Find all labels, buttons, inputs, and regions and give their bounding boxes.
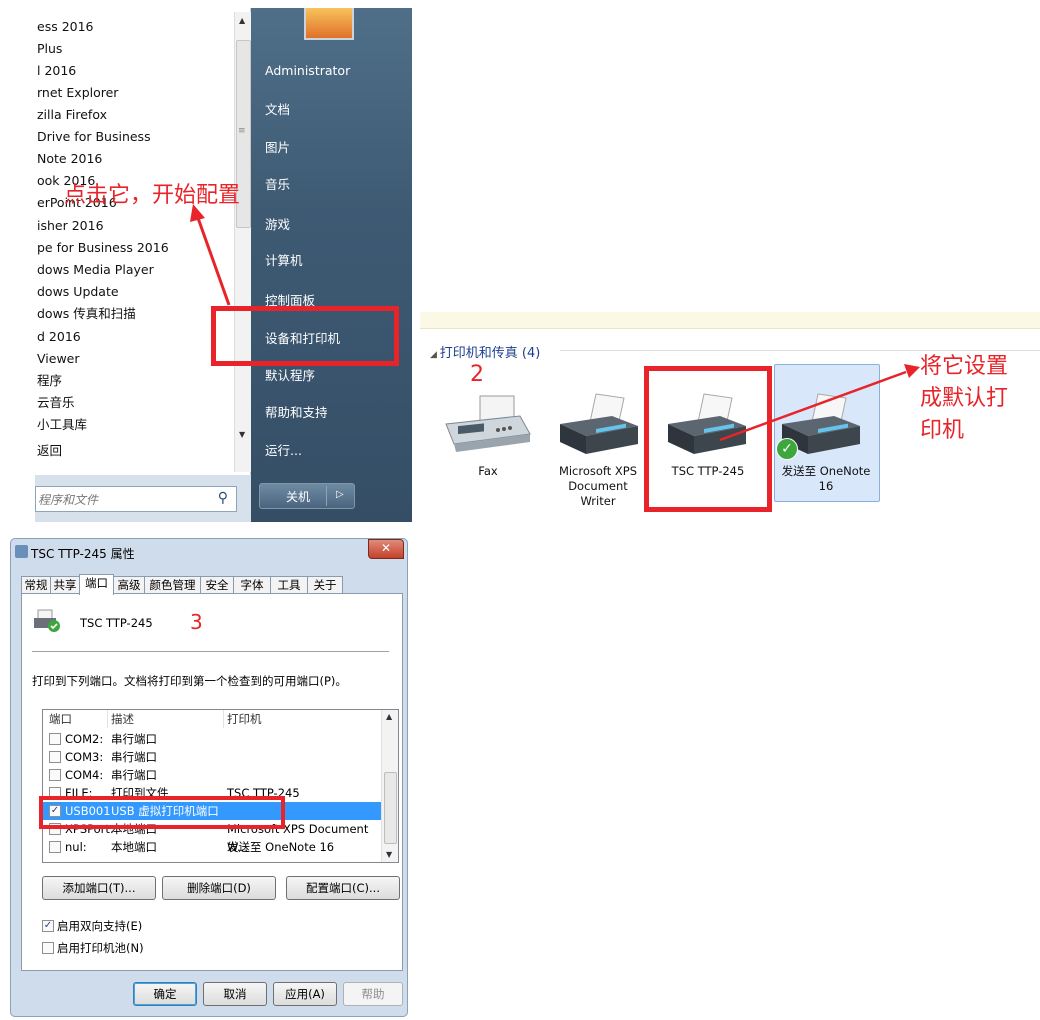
annotation-text: 将它设置 — [920, 354, 1009, 379]
pooling-checkbox[interactable] — [42, 942, 54, 954]
port-checkbox[interactable] — [49, 841, 61, 853]
close-button[interactable]: ✕ — [368, 539, 404, 559]
port-row[interactable]: COM4: 串行端口 — [43, 766, 381, 784]
printer-name: TSC TTP-245 — [80, 616, 153, 630]
pooling-checkbox-row[interactable]: 启用打印机池(N) — [42, 940, 242, 956]
scroll-down-icon[interactable]: ▼ — [386, 850, 392, 859]
instruction-text: 打印到下列端口。文档将打印到第一个检查到的可用端口(P)。 — [32, 674, 347, 688]
printer-properties-dialog: TSC TTP-245 属性 ✕ 常规 共享 端口 高级 颜色管理 安全 字体 … — [10, 538, 408, 1017]
port-description: 串行端口 — [111, 768, 157, 782]
port-printer: 发送至 OneNote 16 — [227, 840, 335, 854]
printer-icon — [15, 545, 28, 558]
annotation-text: 成默认打 — [920, 386, 1009, 411]
port-name: COM4: — [65, 768, 104, 782]
delete-port-button[interactable]: 删除端口(D) — [162, 876, 276, 900]
tab-tools[interactable]: 工具 — [270, 576, 308, 594]
port-checkbox[interactable] — [49, 769, 61, 781]
ports-tab-panel: TSC TTP-245 3 打印到下列端口。文档将打印到第一个检查到的可用端口(… — [21, 593, 403, 971]
port-checkbox[interactable] — [49, 733, 61, 745]
port-row[interactable]: nul: 本地端口 发送至 OneNote 16 — [43, 838, 381, 856]
ports-scrollbar[interactable]: ▲ ▼ — [381, 710, 398, 862]
port-description: 串行端口 — [111, 732, 157, 746]
annotation-text: 印机 — [920, 418, 965, 443]
devices-and-printers-panel: ◢ 打印机和传真 (4) 2 Fax Microsoft XPS Documen… — [420, 312, 1040, 517]
port-row[interactable]: COM2: 串行端口 — [43, 730, 381, 748]
port-description: 本地端口 — [111, 840, 157, 854]
tab-sharing[interactable]: 共享 — [50, 576, 80, 594]
tab-ports[interactable]: 端口 — [79, 574, 114, 595]
bidi-checkbox-row[interactable]: ✓ 启用双向支持(E) — [42, 918, 242, 934]
port-name: nul: — [65, 840, 87, 854]
ok-button[interactable]: 确定 — [133, 982, 197, 1006]
port-name: COM2: — [65, 732, 104, 746]
column-header-port[interactable]: 端口 — [43, 710, 108, 728]
configure-port-button[interactable]: 配置端口(C)... — [286, 876, 400, 900]
annotation-arrow — [190, 204, 231, 306]
cancel-button[interactable]: 取消 — [203, 982, 267, 1006]
apply-button[interactable]: 应用(A) — [273, 982, 337, 1006]
tab-fonts[interactable]: 字体 — [233, 576, 271, 594]
close-icon: ✕ — [381, 541, 392, 555]
tab-advanced[interactable]: 高级 — [113, 576, 145, 594]
dialog-title: TSC TTP-245 属性 — [31, 547, 135, 561]
port-row[interactable]: COM3: 串行端口 — [43, 748, 381, 766]
port-name: COM3: — [65, 750, 104, 764]
tab-about[interactable]: 关于 — [307, 576, 343, 594]
column-header-printer[interactable]: 打印机 — [223, 710, 381, 728]
add-port-button[interactable]: 添加端口(T)... — [42, 876, 156, 900]
help-button[interactable]: 帮助 — [343, 982, 403, 1006]
scroll-thumb[interactable] — [384, 772, 397, 844]
ports-list[interactable]: 端口 描述 打印机 COM2: 串行端口 COM3: 串行端口 COM4: 串行… — [42, 709, 399, 863]
scroll-up-icon[interactable]: ▲ — [386, 712, 392, 721]
bidi-label: 启用双向支持(E) — [57, 919, 143, 933]
port-checkbox[interactable] — [49, 751, 61, 763]
port-description: 串行端口 — [111, 750, 157, 764]
printer-icon — [34, 609, 60, 632]
tab-general[interactable]: 常规 — [21, 576, 51, 594]
pooling-label: 启用打印机池(N) — [57, 941, 144, 955]
bidi-checkbox[interactable]: ✓ — [42, 920, 54, 932]
highlight-box — [39, 796, 285, 829]
step-number: 3 — [190, 610, 203, 634]
column-header-description[interactable]: 描述 — [107, 710, 224, 728]
divider — [32, 651, 389, 652]
tab-color-management[interactable]: 颜色管理 — [144, 576, 201, 594]
tab-security[interactable]: 安全 — [200, 576, 234, 594]
